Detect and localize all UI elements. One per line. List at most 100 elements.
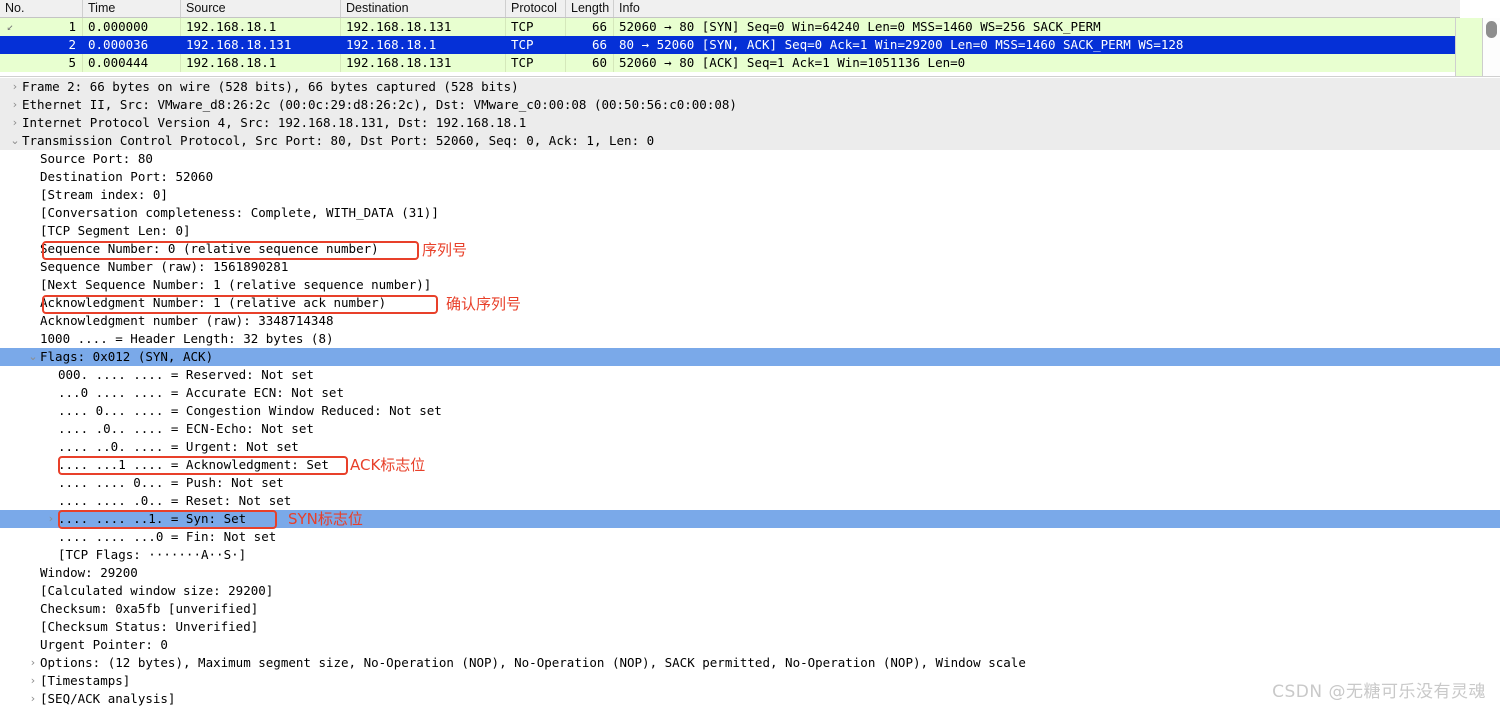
column-header-source[interactable]: Source [180, 0, 340, 17]
detail-tree-label: [Calculated window size: 29200] [40, 583, 274, 598]
detail-tree-row[interactable]: Urgent Pointer: 0 [0, 636, 1500, 654]
detail-tree-row[interactable]: [Stream index: 0] [0, 186, 1500, 204]
detail-tree-label: Destination Port: 52060 [40, 169, 214, 184]
packet-cell-source: 192.168.18.1 [186, 55, 277, 70]
detail-tree-label: Options: (12 bytes), Maximum segment siz… [40, 655, 1026, 670]
packet-list-scrollbar[interactable] [1482, 18, 1500, 76]
detail-tree-row[interactable]: [Checksum Status: Unverified] [0, 618, 1500, 636]
detail-tree-label: Transmission Control Protocol, Src Port:… [22, 133, 655, 148]
chevron-right-icon[interactable]: › [8, 78, 22, 96]
detail-tree-row[interactable]: [TCP Segment Len: 0] [0, 222, 1500, 240]
detail-tree-row[interactable]: › Ethernet II, Src: VMware_d8:26:2c (00:0… [0, 96, 1500, 114]
column-header-protocol[interactable]: Protocol [505, 0, 565, 17]
detail-tree-label: [Checksum Status: Unverified] [40, 619, 259, 634]
detail-tree-row[interactable]: Destination Port: 52060 [0, 168, 1500, 186]
detail-tree-row[interactable]: Checksum: 0xa5fb [unverified] [0, 600, 1500, 618]
packet-row[interactable]: 2 0.000036 192.168.18.131 192.168.18.1 TCP 66… [0, 36, 1460, 54]
column-header-no[interactable]: No. [0, 0, 82, 17]
chevron-down-icon[interactable]: ⌄ [26, 348, 40, 366]
packet-list-rows[interactable]: ↙ 1 0.000000 192.168.18.1 192.168.18.131 TCP 6… [0, 18, 1500, 72]
packet-list-header[interactable]: No. Time Source Destination Protocol Length In… [0, 0, 1460, 18]
column-header-length[interactable]: Length [565, 0, 613, 17]
detail-tree-row[interactable]: .... .... .0.. = Reset: Not set [0, 492, 1500, 510]
detail-tree-label: Sequence Number: 0 (relative sequence nu… [40, 241, 379, 256]
packet-cell-info: 52060 → 80 [SYN] Seq=0 Win=64240 Len=0 M… [619, 19, 1101, 34]
detail-tree-label: [TCP Segment Len: 0] [40, 223, 191, 238]
detail-tree-row[interactable]: ⌄ Flags: 0x012 (SYN, ACK) [0, 348, 1500, 366]
packet-cell-destination: 192.168.18.131 [346, 19, 452, 34]
detail-tree-row[interactable]: Source Port: 80 [0, 150, 1500, 168]
detail-tree-label: .... ..0. .... = Urgent: Not set [58, 439, 299, 454]
chevron-right-icon[interactable]: › [26, 654, 40, 672]
detail-tree-row[interactable]: Acknowledgment Number: 1 (relative ack n… [0, 294, 1500, 312]
detail-tree-row[interactable]: › Internet Protocol Version 4, Src: 192.1… [0, 114, 1500, 132]
detail-tree-row[interactable]: 1000 .... = Header Length: 32 bytes (8) [0, 330, 1500, 348]
column-header-time[interactable]: Time [82, 0, 180, 17]
detail-tree-row[interactable]: .... ..0. .... = Urgent: Not set [0, 438, 1500, 456]
detail-tree-row[interactable]: ...0 .... .... = Accurate ECN: Not set [0, 384, 1500, 402]
packet-cell-source: 192.168.18.131 [186, 37, 292, 52]
detail-tree-row[interactable]: [Conversation completeness: Complete, WI… [0, 204, 1500, 222]
detail-tree-row[interactable]: ›.... .... ..1. = Syn: Set [0, 510, 1500, 528]
detail-tree-label: [Timestamps] [40, 673, 131, 688]
detail-tree-row[interactable]: .... .... 0... = Push: Not set [0, 474, 1500, 492]
detail-tree-row[interactable]: .... 0... .... = Congestion Window Reduc… [0, 402, 1500, 420]
detail-tree-label: .... .... ...0 = Fin: Not set [58, 529, 277, 544]
detail-tree-row[interactable]: › Options: (12 bytes), Maximum segment si… [0, 654, 1500, 672]
chevron-down-icon[interactable]: ⌄ [8, 132, 22, 150]
chevron-right-icon[interactable]: › [8, 96, 22, 114]
chevron-right-icon[interactable]: › [44, 510, 58, 528]
packet-cell-no: 2 [68, 37, 76, 52]
packet-cell-destination: 192.168.18.131 [346, 55, 452, 70]
detail-tree-row[interactable]: 000. .... .... = Reserved: Not set [0, 366, 1500, 384]
detail-tree-row[interactable]: .... .0.. .... = ECN-Echo: Not set [0, 420, 1500, 438]
packet-row[interactable]: ↙ 1 0.000000 192.168.18.1 192.168.18.131 TCP 6… [0, 18, 1460, 36]
chevron-right-icon[interactable]: › [8, 114, 22, 132]
detail-tree-label: Acknowledgment Number: 1 (relative ack n… [40, 295, 387, 310]
ack-flag-note: ACK标志位 [350, 456, 426, 474]
packet-cell-no: 5 [68, 55, 76, 70]
detail-tree-row[interactable]: Sequence Number: 0 (relative sequence nu… [0, 240, 1500, 258]
column-header-destination[interactable]: Destination [340, 0, 505, 17]
packet-detail-pane[interactable]: › Frame 2: 66 bytes on wire (528 bits), 6… [0, 78, 1500, 710]
detail-tree-row[interactable]: ⌄ Transmission Control Protocol, Src Port… [0, 132, 1500, 150]
detail-tree-row[interactable]: Window: 29200 [0, 564, 1500, 582]
detail-tree[interactable]: › Frame 2: 66 bytes on wire (528 bits), 6… [0, 78, 1500, 708]
packet-cell-no: 1 [68, 19, 76, 34]
packet-cell-info: 80 → 52060 [SYN, ACK] Seq=0 Ack=1 Win=29… [619, 37, 1184, 52]
detail-tree-row[interactable]: Sequence Number (raw): 1561890281 [0, 258, 1500, 276]
scrollbar-thumb[interactable] [1486, 21, 1497, 38]
detail-tree-row[interactable]: .... ...1 .... = Acknowledgment: Set [0, 456, 1500, 474]
detail-tree-label: .... .... ..1. = Syn: Set [58, 511, 247, 526]
chevron-right-icon[interactable]: › [26, 690, 40, 708]
packet-list-overview-strip [1455, 18, 1484, 76]
packet-list-pane[interactable]: No. Time Source Destination Protocol Length In… [0, 0, 1500, 77]
detail-tree-row[interactable]: .... .... ...0 = Fin: Not set [0, 528, 1500, 546]
detail-tree-label: [TCP Flags: ·······A··S·] [58, 547, 247, 562]
detail-tree-label: Urgent Pointer: 0 [40, 637, 168, 652]
detail-tree-label: [Conversation completeness: Complete, WI… [40, 205, 439, 220]
column-header-info[interactable]: Info [613, 0, 1460, 17]
detail-tree-row[interactable]: [TCP Flags: ·······A··S·] [0, 546, 1500, 564]
detail-tree-label: .... .0.. .... = ECN-Echo: Not set [58, 421, 314, 436]
packet-cell-protocol: TCP [511, 55, 534, 70]
detail-tree-row[interactable]: [Next Sequence Number: 1 (relative seque… [0, 276, 1500, 294]
packet-row[interactable]: 5 0.000444 192.168.18.1 192.168.18.131 TCP 60… [0, 54, 1460, 72]
pane-divider [0, 76, 1500, 77]
detail-tree-label: [Stream index: 0] [40, 187, 168, 202]
detail-tree-row[interactable]: Acknowledgment number (raw): 3348714348 [0, 312, 1500, 330]
detail-tree-row[interactable]: › Frame 2: 66 bytes on wire (528 bits), 6… [0, 78, 1500, 96]
detail-tree-row[interactable]: [Calculated window size: 29200] [0, 582, 1500, 600]
chevron-right-icon[interactable]: › [26, 672, 40, 690]
